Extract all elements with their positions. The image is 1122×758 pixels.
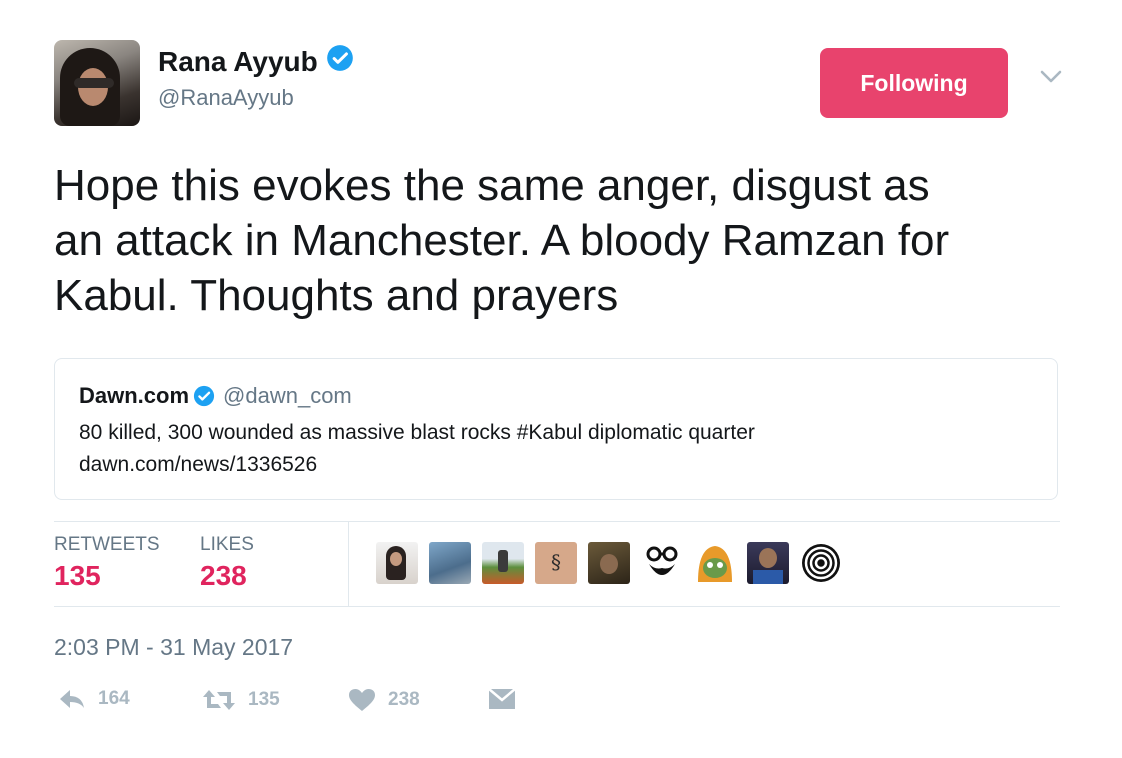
like-action[interactable]: 238 — [348, 688, 420, 712]
divider — [54, 521, 1060, 522]
liker-avatar[interactable] — [800, 542, 842, 584]
divider — [54, 606, 1060, 607]
retweet-action[interactable]: 135 — [202, 688, 280, 712]
retweet-icon — [202, 688, 248, 712]
author-handle[interactable]: @RanaAyyub — [158, 85, 294, 111]
author-name-row[interactable]: Rana Ayyub — [158, 44, 354, 79]
liker-avatar[interactable] — [429, 542, 471, 584]
envelope-icon — [488, 688, 528, 710]
quoted-tweet-text-line: 80 killed, 300 wounded as massive blast … — [79, 421, 755, 444]
quoted-tweet-header: Dawn.com @dawn_com — [79, 383, 352, 409]
quoted-author-handle: @dawn_com — [223, 383, 352, 408]
tweet-text-line: Kabul. Thoughts and prayers — [54, 271, 619, 320]
reply-icon — [58, 688, 98, 710]
direct-message-action[interactable] — [488, 688, 528, 710]
verified-badge-icon — [193, 385, 215, 407]
reply-action[interactable]: 164 — [58, 688, 130, 710]
quoted-tweet-link: dawn.com/news/1336526 — [79, 453, 318, 476]
avatar-sunglasses — [74, 78, 114, 88]
likers-avatars: § — [376, 542, 853, 584]
following-button[interactable]: Following — [820, 48, 1008, 118]
like-count: 238 — [388, 689, 420, 710]
likes-label[interactable]: LIKES — [200, 534, 254, 556]
retweets-count[interactable]: 135 — [54, 560, 101, 592]
verified-badge-icon — [326, 44, 354, 79]
author-name[interactable]: Rana Ayyub — [158, 46, 318, 78]
reply-count: 164 — [98, 688, 130, 709]
chevron-down-icon[interactable] — [1040, 70, 1062, 89]
tweet-text-line: Hope this evokes the same anger, disgust… — [54, 161, 930, 210]
quoted-tweet-card[interactable]: Dawn.com @dawn_com 80 killed, 300 wounde… — [54, 358, 1058, 500]
liker-avatar[interactable] — [694, 542, 736, 584]
author-avatar[interactable] — [54, 40, 140, 126]
liker-avatar[interactable] — [588, 542, 630, 584]
liker-avatar[interactable]: § — [535, 542, 577, 584]
divider — [348, 522, 349, 606]
tweet-text: Hope this evokes the same anger, disgust… — [54, 158, 1064, 323]
liker-avatar[interactable] — [747, 542, 789, 584]
retweet-count: 135 — [248, 689, 280, 710]
heart-icon — [348, 688, 388, 712]
retweets-label[interactable]: RETWEETS — [54, 534, 160, 556]
liker-avatar[interactable] — [482, 542, 524, 584]
liker-avatar[interactable] — [641, 542, 683, 584]
tweet-timestamp[interactable]: 2:03 PM - 31 May 2017 — [54, 634, 293, 661]
quoted-tweet-text: 80 killed, 300 wounded as massive blast … — [79, 417, 755, 481]
liker-avatar[interactable] — [376, 542, 418, 584]
likes-count[interactable]: 238 — [200, 560, 247, 592]
quoted-author-name: Dawn.com — [79, 383, 190, 408]
tweet-text-line: an attack in Manchester. A bloody Ramzan… — [54, 216, 950, 265]
